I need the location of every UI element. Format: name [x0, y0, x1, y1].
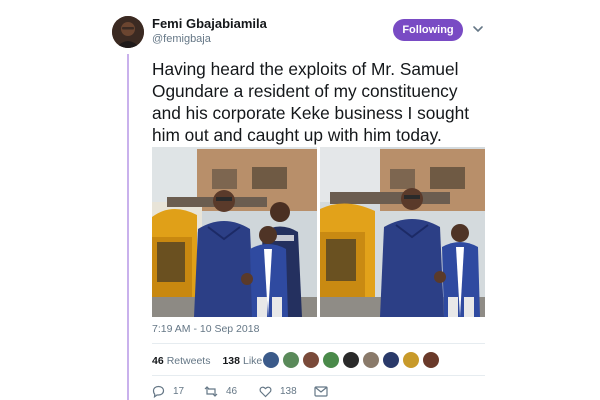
tweet-photo-1[interactable] [152, 147, 317, 317]
dm-action[interactable] [314, 384, 336, 398]
reply-icon [152, 385, 165, 398]
liker-avatar[interactable] [322, 351, 340, 369]
liker-avatar[interactable] [342, 351, 360, 369]
like-action[interactable]: 138 [259, 384, 297, 398]
author-avatar[interactable] [112, 16, 144, 48]
author-display-name[interactable]: Femi Gbajabiamila [152, 16, 267, 32]
divider-bottom [152, 375, 485, 376]
liker-avatar[interactable] [282, 351, 300, 369]
liker-avatar[interactable] [402, 351, 420, 369]
tweet-photo-2[interactable] [320, 147, 485, 317]
liker-avatar[interactable] [302, 351, 320, 369]
following-button[interactable]: Following [393, 19, 463, 41]
divider-top [152, 343, 485, 344]
liker-avatar[interactable] [362, 351, 380, 369]
author-handle[interactable]: @femigbaja [152, 32, 267, 47]
retweet-count: 46 [226, 385, 238, 397]
tweet-text: Having heard the exploits of Mr. Samuel … [152, 59, 470, 145]
retweets-label[interactable]: Retweets [167, 355, 211, 367]
tweet-photos [152, 147, 485, 317]
liker-avatar[interactable] [262, 351, 280, 369]
like-count: 138 [280, 385, 297, 397]
thread-line [127, 54, 129, 400]
retweet-action[interactable]: 46 [204, 384, 237, 398]
heart-icon [259, 386, 272, 397]
reply-count: 17 [173, 385, 185, 397]
author-name-block[interactable]: Femi Gbajabiamila @femigbaja [152, 16, 267, 47]
tweet-stats: 46 Retweets 138 Likes [152, 352, 268, 370]
tweet-timestamp[interactable]: 7:19 AM - 10 Sep 2018 [152, 323, 259, 335]
reply-action[interactable]: 17 [152, 384, 184, 398]
retweet-icon [204, 385, 218, 397]
liker-avatar[interactable] [382, 351, 400, 369]
likes-count[interactable]: 138 [222, 355, 240, 367]
retweets-count[interactable]: 46 [152, 355, 164, 367]
chevron-down-icon[interactable] [472, 22, 484, 34]
liker-avatar[interactable] [422, 351, 440, 369]
envelope-icon [314, 385, 328, 397]
